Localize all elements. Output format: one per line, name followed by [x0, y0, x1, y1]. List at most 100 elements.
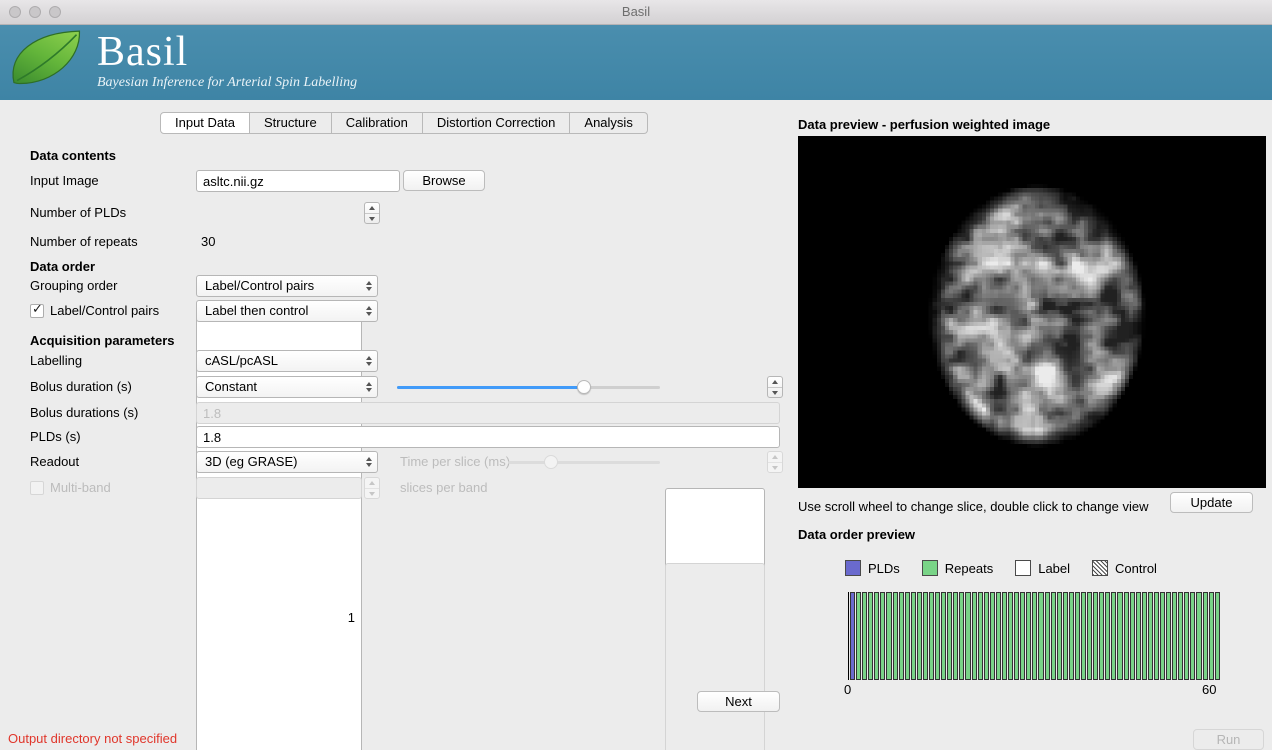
- readout-row: Readout 3D (eg GRASE) Time per slice (ms…: [12, 451, 786, 473]
- bolus-duration-stepper[interactable]: [767, 376, 783, 398]
- browse-button[interactable]: Browse: [403, 170, 485, 191]
- app-banner: Basil Bayesian Inference for Arterial Sp…: [0, 25, 1272, 100]
- bar-volume: [1166, 592, 1171, 680]
- tab-distortion-correction[interactable]: Distortion Correction: [423, 112, 571, 134]
- stepper-up-icon: [768, 452, 782, 462]
- num-plds-stepper[interactable]: [364, 202, 380, 224]
- label-control-row: Label/Control pairs Label then control: [12, 300, 786, 322]
- label-control-label: Label/Control pairs: [50, 300, 159, 322]
- legend-repeats: Repeats: [922, 560, 993, 576]
- stepper-up-icon[interactable]: [365, 203, 379, 213]
- num-plds-row: Number of PLDs: [12, 202, 786, 224]
- readout-select[interactable]: 3D (eg GRASE): [196, 451, 378, 473]
- bar-volume: [1124, 592, 1129, 680]
- input-image-field[interactable]: [196, 170, 400, 192]
- control-swatch-icon: [1092, 560, 1108, 576]
- bar-volume: [1075, 592, 1080, 680]
- data-order-preview-title: Data order preview: [798, 527, 915, 542]
- bar-volume: [1215, 592, 1220, 680]
- bolus-duration-row: Bolus duration (s) Constant: [12, 376, 786, 398]
- labelling-select[interactable]: cASL/pcASL: [196, 350, 378, 372]
- legend-label: Label: [1038, 561, 1070, 576]
- input-image-label: Input Image: [30, 170, 99, 192]
- window-title: Basil: [0, 0, 1272, 23]
- tab-structure[interactable]: Structure: [250, 112, 332, 134]
- section-acquisition: Acquisition parameters: [12, 330, 786, 352]
- bar-volume: [1008, 592, 1013, 680]
- grouping-order-select[interactable]: Label/Control pairs: [196, 275, 378, 297]
- bar-volume: [1160, 592, 1165, 680]
- next-button[interactable]: Next: [697, 691, 780, 712]
- bar-volume: [1203, 592, 1208, 680]
- bar-volume: [1148, 592, 1153, 680]
- legend-label-vol: Label: [1015, 560, 1070, 576]
- bar-volume: [874, 592, 879, 680]
- bar-volume: [1087, 592, 1092, 680]
- labelling-label: Labelling: [30, 350, 82, 372]
- repeats-swatch-icon: [922, 560, 938, 576]
- slices-per-band-label: slices per band: [400, 477, 487, 499]
- legend-plds: PLDs: [845, 560, 900, 576]
- basil-leaf-logo-icon: [3, 24, 94, 99]
- brain-image[interactable]: [900, 172, 1170, 456]
- close-button[interactable]: [9, 6, 21, 18]
- time-per-slice-label: Time per slice (ms): [400, 451, 510, 473]
- slider-knob[interactable]: [577, 380, 591, 394]
- bar-volume: [1093, 592, 1098, 680]
- label-control-checkbox[interactable]: [30, 304, 44, 318]
- stepper-down-icon[interactable]: [365, 213, 379, 224]
- next-row: Next: [12, 691, 786, 713]
- grouping-order-value: Label/Control pairs: [205, 278, 314, 293]
- plds-field[interactable]: [196, 426, 780, 448]
- bar-volume: [923, 592, 928, 680]
- chevron-up-down-icon: [366, 276, 372, 296]
- bar-volume: [899, 592, 904, 680]
- label-swatch-icon: [1015, 560, 1031, 576]
- bar-volume: [880, 592, 885, 680]
- bar-volume: [1081, 592, 1086, 680]
- legend-label: Repeats: [945, 561, 993, 576]
- bar-volume: [959, 592, 964, 680]
- bolus-mode-select[interactable]: Constant: [196, 376, 378, 398]
- update-button[interactable]: Update: [1170, 492, 1253, 513]
- bar-volume: [984, 592, 989, 680]
- bar-volume: [941, 592, 946, 680]
- bar-volume: [893, 592, 898, 680]
- bar-volume: [1105, 592, 1110, 680]
- app-title: Basil: [97, 29, 357, 75]
- minimize-button[interactable]: [29, 6, 41, 18]
- bar-volume: [911, 592, 916, 680]
- bolus-duration-slider[interactable]: [397, 376, 660, 398]
- bar-volume: [1002, 592, 1007, 680]
- data-order-bars: [848, 592, 1220, 680]
- bar-volume: [917, 592, 922, 680]
- grouping-order-row: Grouping order Label/Control pairs: [12, 275, 786, 297]
- labelling-value: cASL/pcASL: [205, 353, 278, 368]
- tab-calibration[interactable]: Calibration: [332, 112, 423, 134]
- slider-knob: [544, 455, 558, 469]
- bar-volume: [1142, 592, 1147, 680]
- preview-title: Data preview - perfusion weighted image: [798, 117, 1050, 132]
- stepper-down-icon[interactable]: [768, 387, 782, 398]
- stepper-up-icon[interactable]: [768, 377, 782, 387]
- basil-window: Basil Basil Bayesian Inference for Arter…: [0, 0, 1272, 750]
- bar-volume: [1014, 592, 1019, 680]
- bar-volume: [1178, 592, 1183, 680]
- time-per-slice-stepper: [767, 451, 783, 473]
- zoom-button[interactable]: [49, 6, 61, 18]
- bar-volume: [1020, 592, 1025, 680]
- preview-hint: Use scroll wheel to change slice, double…: [798, 496, 1148, 517]
- tab-input-data[interactable]: Input Data: [160, 112, 250, 134]
- label-control-select[interactable]: Label then control: [196, 300, 378, 322]
- multiband-stepper: [364, 477, 380, 499]
- bar-volume: [965, 592, 970, 680]
- legend-control: Control: [1092, 560, 1157, 576]
- bar-volume: [996, 592, 1001, 680]
- axis-min-label: 0: [844, 682, 851, 697]
- status-error-text: Output directory not specified: [8, 731, 177, 746]
- section-heading: Acquisition parameters: [30, 330, 175, 352]
- bar-volume: [929, 592, 934, 680]
- num-repeats-row: Number of repeats 30: [12, 231, 786, 253]
- tab-analysis[interactable]: Analysis: [570, 112, 647, 134]
- bar-volume: [1051, 592, 1056, 680]
